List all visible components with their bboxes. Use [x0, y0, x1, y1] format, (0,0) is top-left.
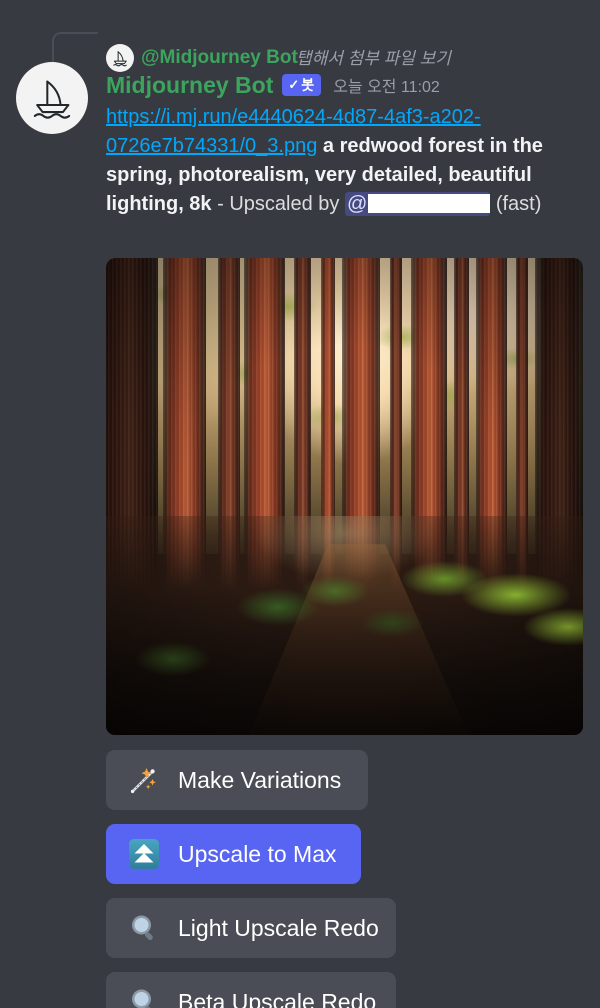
magic-wand-sparkles-icon	[128, 764, 160, 796]
beta-upscale-redo-button[interactable]: Beta Upscale Redo	[106, 972, 396, 1008]
attachment-image[interactable]	[106, 258, 583, 735]
message-header: Midjourney Bot ✓ 봇 오늘 오전 11:02	[106, 70, 440, 100]
button-label: Beta Upscale Redo	[178, 988, 377, 1008]
upscaled-by-text: - Upscaled by	[211, 193, 345, 215]
user-mention[interactable]: @	[344, 192, 491, 216]
magnifying-glass-icon	[128, 912, 160, 944]
magnifying-glass-icon	[128, 986, 160, 1008]
speed-note: (fast)	[490, 193, 542, 215]
bot-badge-label: 봇	[301, 76, 315, 93]
reply-author-name[interactable]: @Midjourney Bot	[141, 44, 298, 72]
button-label: Light Upscale Redo	[178, 914, 379, 941]
midjourney-sailboat-icon	[33, 80, 71, 119]
light-upscale-redo-button[interactable]: Light Upscale Redo	[106, 898, 396, 958]
reply-preview-bar[interactable]: @Midjourney Bot 탭해서 첨부 파일 보기	[0, 18, 600, 72]
mention-redaction-box	[368, 194, 491, 213]
message-avatar[interactable]	[16, 62, 88, 134]
upscale-to-max-button[interactable]: Upscale to Max	[106, 824, 361, 884]
message-content: https://i.mj.run/e4440624-4d87-4af3-a202…	[106, 103, 586, 219]
reply-spine-line	[52, 32, 98, 64]
reply-attachment-hint: 탭해서 첨부 파일 보기	[296, 49, 451, 68]
button-label: Upscale to Max	[178, 840, 337, 867]
reply-avatar	[106, 44, 134, 72]
button-label: Make Variations	[178, 766, 342, 793]
mention-prefix: @	[346, 193, 368, 215]
midjourney-sailboat-icon	[113, 51, 127, 67]
discord-message-screen: @Midjourney Bot 탭해서 첨부 파일 보기 Midjourney …	[0, 0, 600, 1008]
bot-badge: ✓ 봇	[282, 74, 322, 96]
forest-illustration	[106, 258, 583, 735]
make-variations-button[interactable]: Make Variations	[106, 750, 368, 810]
message-author-name[interactable]: Midjourney Bot	[106, 72, 273, 99]
upscale-arrow-icon	[128, 838, 160, 870]
message-timestamp: 오늘 오전 11:02	[333, 79, 440, 96]
verified-check-icon: ✓	[288, 77, 300, 92]
